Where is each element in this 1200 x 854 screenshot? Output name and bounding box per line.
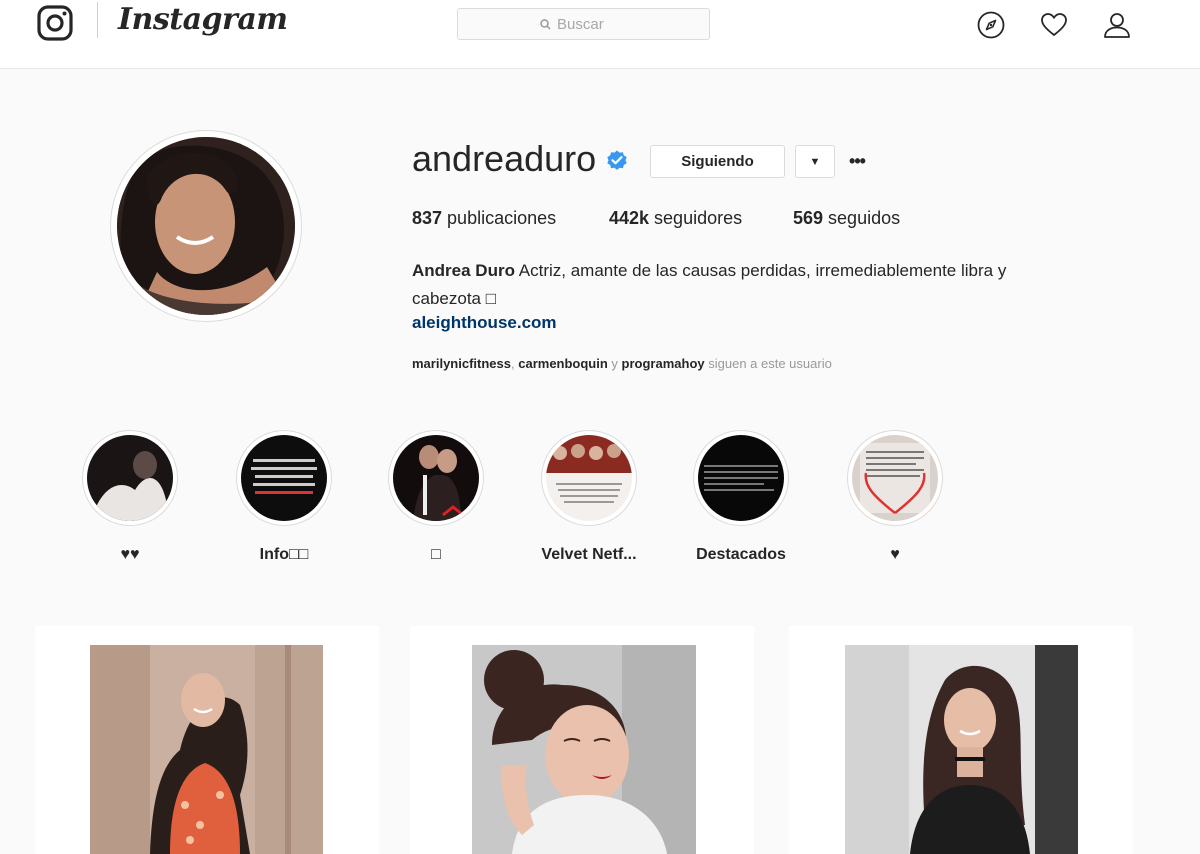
heart-icon[interactable] — [1039, 10, 1069, 40]
top-navbar: Instagram — [0, 0, 1200, 69]
search-icon — [540, 18, 551, 30]
highlight-ring — [693, 430, 789, 526]
followers-count: 442k — [609, 208, 650, 228]
highlight-cover — [852, 435, 938, 521]
verified-badge-icon — [607, 150, 627, 170]
following-label: seguidos — [823, 208, 901, 228]
highlight-ring — [236, 430, 332, 526]
highlight-item[interactable]: Info□□ — [209, 430, 359, 564]
following-count: 569 — [793, 208, 824, 228]
compass-icon[interactable] — [976, 10, 1006, 40]
highlight-label: Destacados — [696, 546, 786, 563]
highlight-cover — [87, 435, 173, 521]
followed-by-sep-2: y — [607, 356, 622, 371]
user-icon[interactable] — [1102, 10, 1132, 40]
avatar-photo — [117, 137, 295, 315]
post-thumbnail[interactable] — [845, 645, 1078, 854]
highlight-cover — [393, 435, 479, 521]
suggestions-dropdown-button[interactable]: ▼ — [795, 145, 835, 178]
highlight-ring — [541, 430, 637, 526]
search-input[interactable] — [557, 15, 627, 33]
highlight-cover — [698, 435, 784, 521]
followed-by-text: marilynicfitness, carmenboquin y program… — [412, 356, 832, 371]
followers-stat[interactable]: 442k seguidores — [609, 208, 742, 229]
highlight-label: ♥ — [890, 546, 900, 563]
highlight-label: Velvet Netf... — [541, 546, 637, 563]
profile-website-link[interactable]: aleighthouse.com — [412, 313, 557, 333]
followed-by-user-2[interactable]: carmenboquin — [518, 356, 608, 371]
search-box[interactable] — [457, 8, 710, 40]
highlight-item[interactable]: ♥♥ — [55, 430, 205, 564]
highlight-cover — [546, 435, 632, 521]
posts-stat: 837 publicaciones — [412, 208, 556, 229]
more-options-button[interactable]: ••• — [845, 148, 869, 174]
highlight-label: Info□□ — [259, 546, 309, 563]
highlight-item[interactable]: Destacados — [666, 430, 816, 564]
followed-by-user-1[interactable]: marilynicfitness — [412, 356, 511, 371]
post-thumbnail[interactable] — [90, 645, 323, 854]
highlight-ring — [847, 430, 943, 526]
profile-bio: Andrea Duro Actriz, amante de las causas… — [412, 257, 1072, 313]
followed-by-suffix: siguen a este usuario — [704, 356, 832, 371]
highlight-label: ♥♥ — [120, 546, 140, 563]
instagram-camera-icon[interactable] — [37, 5, 73, 41]
followed-by-user-3[interactable]: programahoy — [622, 356, 705, 371]
profile-username: andreaduro — [412, 138, 597, 179]
highlight-label: □ — [431, 546, 441, 563]
posts-label: publicaciones — [442, 208, 557, 228]
highlight-item[interactable]: ♥ — [820, 430, 970, 564]
following-button[interactable]: Siguiendo — [650, 145, 785, 178]
post-thumbnail[interactable] — [472, 645, 696, 854]
logo-divider — [97, 2, 98, 38]
highlight-cover — [241, 435, 327, 521]
highlight-ring — [82, 430, 178, 526]
highlight-ring — [388, 430, 484, 526]
followers-label: seguidores — [649, 208, 743, 228]
following-stat[interactable]: 569 seguidos — [793, 208, 900, 229]
posts-count: 837 — [412, 208, 443, 228]
highlight-item[interactable]: Velvet Netf... — [514, 430, 664, 564]
instagram-logo[interactable]: Instagram — [118, 2, 288, 37]
avatar[interactable] — [117, 137, 295, 315]
profile-full-name: Andrea Duro — [412, 261, 515, 280]
highlight-item[interactable]: □ — [361, 430, 511, 564]
